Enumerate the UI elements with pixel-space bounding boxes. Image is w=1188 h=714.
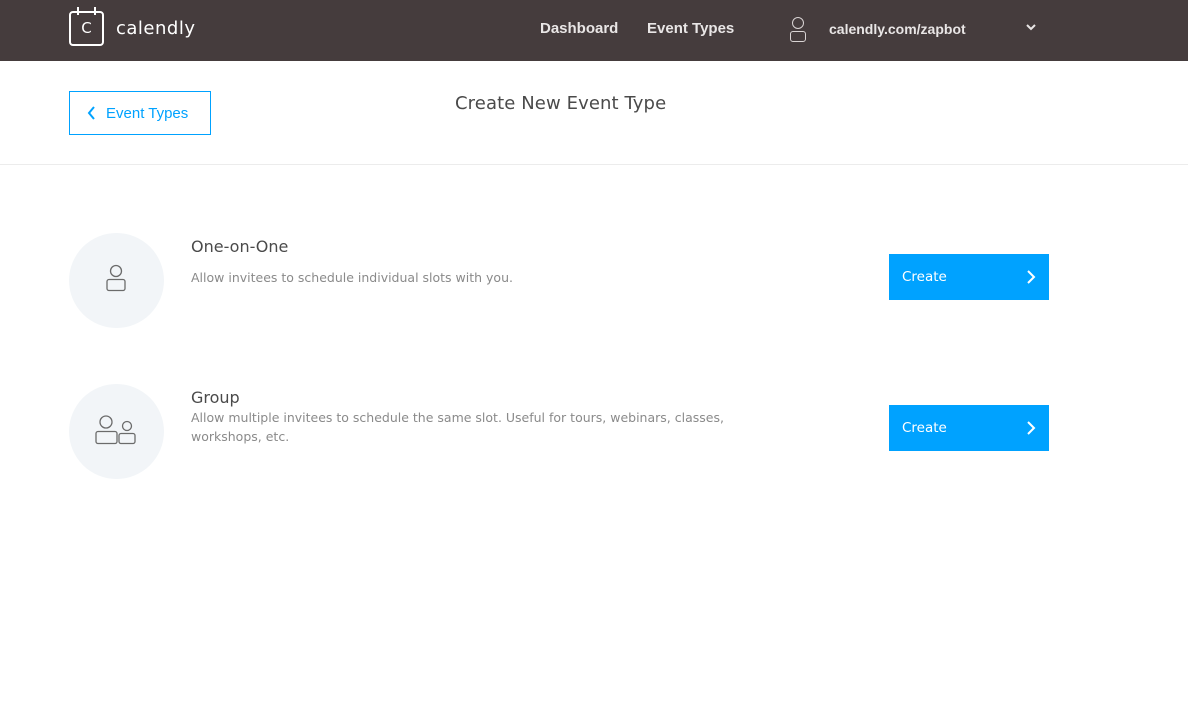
calendar-logo-icon: C bbox=[69, 7, 104, 46]
page-header: Event Types Create New Event Type bbox=[0, 61, 1188, 165]
event-type-one-on-one: One-on-One Allow invitees to schedule in… bbox=[69, 233, 1049, 329]
event-type-description: Allow multiple invitees to schedule the … bbox=[191, 410, 724, 444]
one-on-one-icon-circle bbox=[69, 233, 164, 328]
event-type-title: Group bbox=[191, 388, 240, 407]
logo-letter: C bbox=[81, 19, 92, 37]
single-person-icon bbox=[106, 264, 126, 292]
event-type-title: One-on-One bbox=[191, 237, 289, 256]
nav-dashboard-link[interactable]: Dashboard bbox=[540, 20, 618, 37]
create-one-on-one-button[interactable]: Create bbox=[889, 254, 1049, 300]
top-nav-bar: C calendly Dashboard Event Types calendl… bbox=[0, 0, 1188, 61]
nav-event-types-link[interactable]: Event Types bbox=[647, 20, 734, 37]
chevron-right-icon bbox=[1027, 421, 1036, 435]
event-type-description: Allow invitees to schedule individual sl… bbox=[191, 270, 513, 285]
create-button-label: Create bbox=[902, 420, 947, 436]
back-button-label: Event Types bbox=[106, 104, 189, 122]
group-people-icon bbox=[95, 415, 136, 445]
chevron-right-icon bbox=[1027, 270, 1036, 284]
event-type-group: Group Allow multiple invitees to schedul… bbox=[69, 384, 1049, 480]
create-button-label: Create bbox=[902, 269, 947, 285]
chevron-left-icon bbox=[87, 106, 95, 120]
group-icon-circle bbox=[69, 384, 164, 479]
calendly-logo[interactable]: C calendly bbox=[69, 7, 196, 46]
user-url-menu[interactable]: calendly.com/zapbot bbox=[829, 21, 966, 37]
back-to-event-types-button[interactable]: Event Types bbox=[69, 91, 211, 135]
chevron-down-icon[interactable] bbox=[1024, 20, 1038, 34]
page-title: Create New Event Type bbox=[455, 93, 667, 114]
create-group-button[interactable]: Create bbox=[889, 405, 1049, 451]
user-avatar-icon[interactable] bbox=[789, 17, 807, 43]
brand-name: calendly bbox=[116, 18, 196, 39]
